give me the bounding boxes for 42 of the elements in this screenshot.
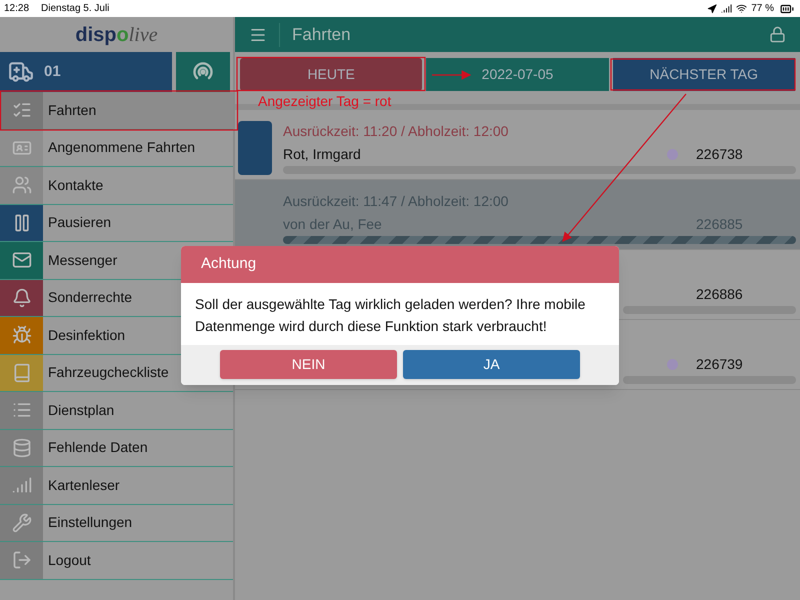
menu-item[interactable]: Logout <box>0 542 233 580</box>
patient-name: von der Au, Fee <box>283 214 382 234</box>
trip-times: Ausrückzeit: 11:20 / Abholzeit: 12:00 <box>283 122 508 141</box>
vehicle-number: 01 <box>44 62 61 82</box>
trip-number: 226738 <box>696 144 744 164</box>
menu-label: Logout <box>47 550 91 570</box>
menu-label: Fahrzeugcheckliste <box>47 363 169 382</box>
page-title: Fahrten <box>292 24 351 46</box>
menu-label: Sonderrechte <box>47 288 132 308</box>
menu-item[interactable]: Dienstplan <box>0 392 233 430</box>
battery-level: 77 % <box>751 2 774 16</box>
day-tab[interactable]: NÄCHSTER TAG <box>612 58 795 91</box>
menu-label: Kontakte <box>47 176 104 195</box>
menu-label: Fahrten <box>47 100 96 120</box>
day-tab[interactable]: HEUTE <box>240 58 422 91</box>
menu-label: Angenommene Fahrten <box>47 138 196 158</box>
patient-name: Rot, Irmgard <box>283 144 361 164</box>
menu-item[interactable]: Fahrten <box>0 92 233 130</box>
menu-item[interactable]: Einstellungen <box>0 504 233 542</box>
trip-number: 226886 <box>696 284 744 304</box>
menu-item[interactable]: Angenommene Fahrten <box>0 130 233 167</box>
cancel-button[interactable]: NEIN <box>220 350 397 379</box>
menu-label: Dienstplan <box>47 400 114 420</box>
vehicle-panel[interactable]: 01 <box>0 52 172 92</box>
menu-label: Pausieren <box>47 213 112 232</box>
menu-label: Fehlende Daten <box>47 438 148 458</box>
menu-label: Messenger <box>47 250 118 270</box>
menu-item[interactable]: Kontakte <box>0 167 233 204</box>
menu-item[interactable]: Pausieren <box>0 204 233 242</box>
menu-item[interactable]: Fehlende Daten <box>0 430 233 467</box>
annotation-text: Angezeigter Tag = rot <box>258 93 392 109</box>
date: Dienstag 5. Juli <box>41 2 110 16</box>
trip-number: 226739 <box>696 354 744 374</box>
menu-label: Desinfektion <box>47 326 126 345</box>
logo: dispolive <box>75 22 158 48</box>
trip-number: 226885 <box>696 214 744 234</box>
menu-label: Kartenleser <box>47 476 120 495</box>
menu-label: Einstellungen <box>47 513 132 532</box>
clock: 12:28 <box>4 2 30 16</box>
menu-item[interactable]: Kartenleser <box>0 467 233 504</box>
trip-times: Ausrückzeit: 11:47 / Abholzeit: 12:00 <box>283 192 508 211</box>
confirm-button[interactable]: JA <box>403 350 580 379</box>
